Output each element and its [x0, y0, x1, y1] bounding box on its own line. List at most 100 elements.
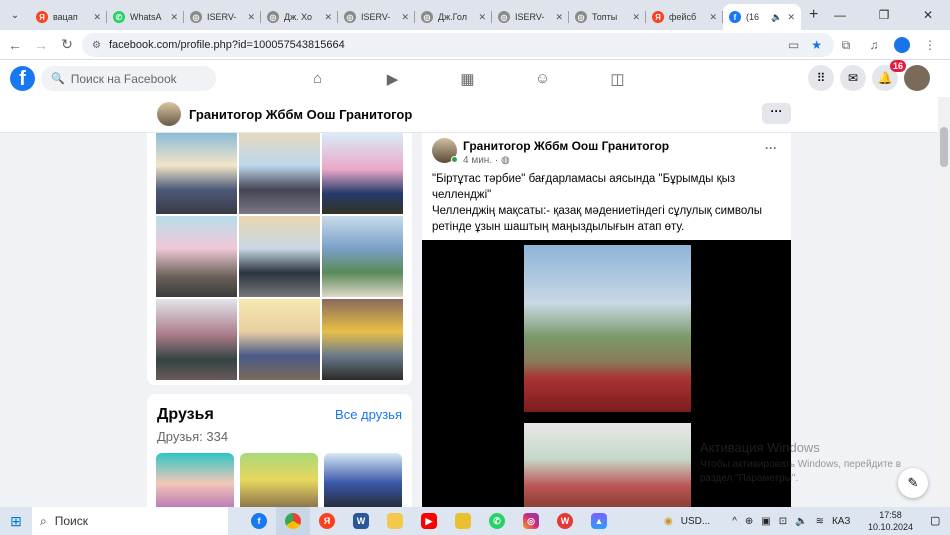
extensions-icon[interactable]: ⧉: [832, 38, 860, 53]
post-timestamp[interactable]: 4 мин. · ◍: [463, 155, 510, 166]
notifications-button[interactable]: 🔔 16: [872, 60, 906, 91]
media-controls-icon[interactable]: ♫: [860, 38, 888, 52]
tab-favicon-icon: ◎: [267, 11, 279, 23]
taskbar-app-explorer[interactable]: [378, 507, 412, 535]
facebook-search[interactable]: 🔍 Поиск на Facebook: [41, 66, 216, 91]
groups-icon[interactable]: ☺: [505, 60, 580, 97]
tray-overflow-icon[interactable]: ^: [732, 516, 737, 527]
new-message-button[interactable]: ✎: [898, 468, 928, 498]
photo-thumbnail[interactable]: [156, 133, 237, 214]
home-icon[interactable]: ⌂: [280, 60, 355, 97]
browser-tab[interactable]: ◎ Топты ✕: [569, 4, 646, 30]
tab-search-button[interactable]: ⌄: [4, 4, 26, 26]
profile-avatar-small[interactable]: [157, 102, 181, 126]
taskbar-app-word[interactable]: W: [344, 507, 378, 535]
taskbar-app-instagram[interactable]: ◎: [514, 507, 548, 535]
url-text: facebook.com/profile.php?id=100057543815…: [108, 39, 345, 51]
scrollbar-thumb[interactable]: [940, 127, 948, 167]
photo-thumbnail[interactable]: [322, 299, 403, 380]
browser-menu-icon[interactable]: ⋮: [916, 38, 944, 52]
browser-tab[interactable]: ◎ ISERV- ✕: [492, 4, 569, 30]
profile-avatar[interactable]: [894, 37, 910, 53]
close-icon[interactable]: ✕: [632, 12, 640, 23]
photo-thumbnail[interactable]: [156, 216, 237, 297]
browser-tab[interactable]: ◎ Дж. Хо ✕: [261, 4, 338, 30]
marketplace-icon[interactable]: ▦: [430, 60, 505, 97]
close-icon[interactable]: ✕: [93, 12, 101, 23]
speaker-icon[interactable]: 🔈: [795, 516, 807, 527]
photo-thumbnail[interactable]: [239, 299, 320, 380]
friend-photo[interactable]: [324, 453, 402, 513]
camera-icon[interactable]: ⊡: [779, 516, 787, 527]
post-photo[interactable]: [524, 423, 691, 513]
reload-button[interactable]: ↻: [54, 36, 80, 53]
browser-tab[interactable]: Явацап ✕: [30, 4, 107, 30]
window-controls: — ❐ ✕: [818, 0, 950, 30]
gaming-icon[interactable]: ◫: [580, 60, 655, 97]
minimize-button[interactable]: —: [818, 0, 862, 30]
taskbar-app-yandex[interactable]: Я: [310, 507, 344, 535]
close-icon[interactable]: ✕: [787, 12, 795, 23]
close-icon[interactable]: ✕: [247, 12, 255, 23]
watermark-text: Чтобы активировать Windows, перейдите в …: [700, 459, 902, 484]
menu-grid-button[interactable]: ⠿: [808, 65, 834, 91]
close-icon[interactable]: ✕: [555, 12, 563, 23]
site-info-icon[interactable]: ⚙: [92, 40, 101, 51]
taskbar-app-facebook[interactable]: f: [242, 507, 276, 535]
profile-more-button[interactable]: ···: [762, 103, 791, 124]
tray-app-icon[interactable]: ▣: [761, 516, 770, 527]
profile-name[interactable]: Гранитогор Жббм Оош Гранитогор: [189, 107, 412, 122]
taskbar-clock[interactable]: 17:58 10.10.2024: [868, 509, 913, 533]
browser-tab[interactable]: ✆ WhatsA ✕: [107, 4, 184, 30]
currency-widget[interactable]: USD...: [681, 516, 710, 527]
close-icon[interactable]: ✕: [170, 12, 178, 23]
forward-button[interactable]: →: [28, 37, 54, 53]
restore-button[interactable]: ❐: [862, 0, 906, 30]
cast-icon[interactable]: ▭: [788, 38, 799, 52]
taskbar-search[interactable]: ⌕ Поиск: [32, 507, 228, 535]
close-icon[interactable]: ✕: [401, 12, 409, 23]
close-icon[interactable]: ✕: [478, 12, 486, 23]
taskbar-app-notes[interactable]: [446, 507, 480, 535]
browser-tab[interactable]: ◎ ISERV- ✕: [184, 4, 261, 30]
all-friends-link[interactable]: Все друзья: [335, 407, 402, 422]
post-author-name[interactable]: Гранитогор Жббм Оош Гранитогор: [463, 139, 669, 153]
friend-photo[interactable]: [240, 453, 318, 513]
windows-start-icon[interactable]: ⊞: [0, 513, 32, 530]
browser-tab[interactable]: ◎ Дж.Гол ✕: [415, 4, 492, 30]
tab-facebook-active[interactable]: f (16 🔈 ✕: [723, 4, 801, 30]
taskbar-app-wps[interactable]: W: [548, 507, 582, 535]
back-button[interactable]: ←: [2, 37, 28, 53]
page-scrollbar[interactable]: [938, 97, 950, 507]
browser-tab[interactable]: ◎ ISERV- ✕: [338, 4, 415, 30]
video-icon[interactable]: ▶: [355, 60, 430, 97]
bookmark-star-icon[interactable]: ★: [811, 38, 822, 52]
taskbar-app-photos[interactable]: ▲: [582, 507, 616, 535]
photo-thumbnail[interactable]: [322, 133, 403, 214]
taskbar-app-youtube[interactable]: ▶: [412, 507, 446, 535]
messenger-button[interactable]: ✉: [840, 65, 866, 91]
photo-thumbnail[interactable]: [239, 133, 320, 214]
close-window-button[interactable]: ✕: [906, 0, 950, 30]
close-icon[interactable]: ✕: [709, 12, 717, 23]
photo-thumbnail[interactable]: [322, 216, 403, 297]
language-indicator[interactable]: КАЗ: [832, 516, 850, 527]
photo-thumbnail[interactable]: [156, 299, 237, 380]
friend-photo[interactable]: [156, 453, 234, 513]
address-bar[interactable]: ⚙ facebook.com/profile.php?id=1000575438…: [82, 33, 834, 57]
new-tab-button[interactable]: +: [809, 6, 818, 24]
taskbar-app-chrome[interactable]: [276, 507, 310, 535]
facebook-logo[interactable]: f: [10, 66, 35, 91]
wifi-icon[interactable]: ≋: [816, 516, 824, 527]
post-photo[interactable]: [524, 245, 691, 412]
currency-icon[interactable]: ◉: [664, 516, 673, 527]
browser-tab[interactable]: Яфейсб ✕: [646, 4, 723, 30]
taskbar-app-whatsapp[interactable]: ✆: [480, 507, 514, 535]
post-options-button[interactable]: ···: [765, 141, 777, 155]
close-icon[interactable]: ✕: [324, 12, 332, 23]
tab-favicon-icon: Я: [36, 11, 48, 23]
photo-thumbnail[interactable]: [239, 216, 320, 297]
network-icon[interactable]: ⊕: [745, 516, 753, 527]
account-avatar[interactable]: [904, 65, 930, 91]
notification-center-icon[interactable]: ▢: [930, 514, 940, 527]
